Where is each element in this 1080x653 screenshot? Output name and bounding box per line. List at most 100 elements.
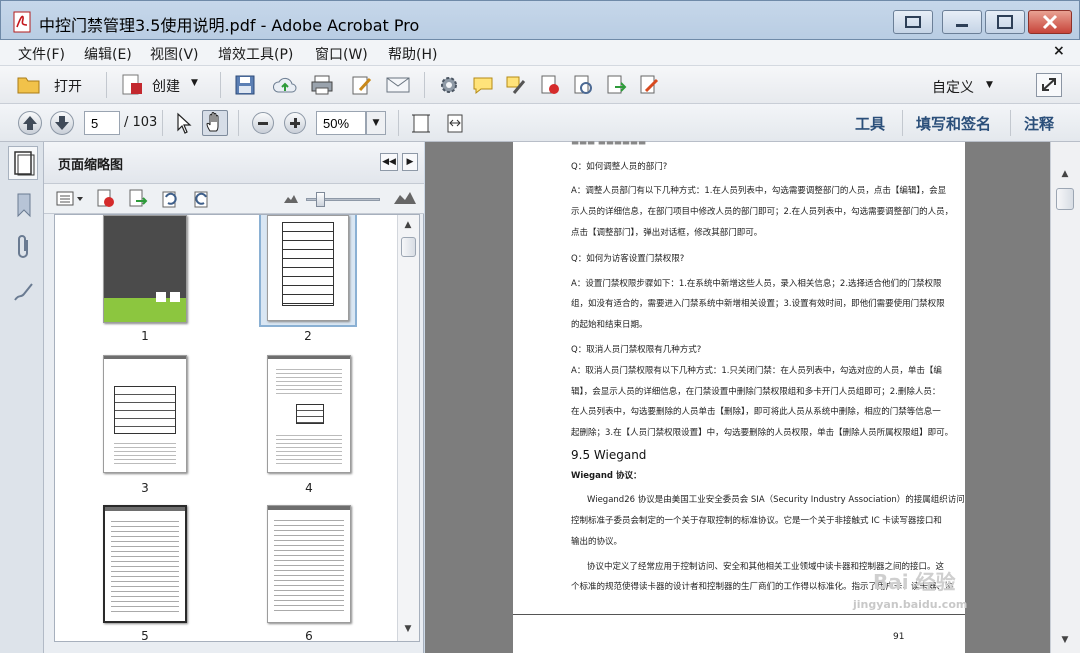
thumbnail-number: 2 — [304, 329, 312, 343]
thumbnail-page-1[interactable] — [103, 215, 187, 323]
close-icon — [1042, 14, 1058, 30]
title-bar: 中控门禁管理3.5使用说明.pdf - Adobe Acrobat Pro — [0, 0, 1080, 40]
highlight-text-icon[interactable] — [505, 75, 527, 95]
settings-gear-icon[interactable] — [438, 75, 460, 95]
table-preview — [114, 386, 176, 434]
tools-link[interactable]: 工具 — [855, 113, 885, 134]
minimize-icon — [956, 24, 968, 27]
attachment-paperclip-icon[interactable] — [13, 234, 33, 260]
thumbnail-page-4[interactable] — [267, 355, 351, 473]
select-cursor-icon[interactable] — [174, 112, 194, 134]
small-thumbnail-icon — [284, 195, 298, 203]
create-label: 创建 — [152, 79, 180, 95]
page-number-input[interactable] — [84, 111, 120, 135]
fill-sign-link[interactable]: 填写和签名 — [916, 113, 991, 134]
open-button[interactable]: 打开 — [16, 73, 96, 97]
pdf-file-icon — [13, 11, 31, 33]
panel-title: 页面缩略图 — [58, 158, 124, 173]
page-thumbnails-button[interactable] — [8, 146, 38, 180]
fit-width-icon[interactable] — [444, 112, 466, 134]
scroll-thumb[interactable] — [401, 237, 416, 257]
rotate-left-icon[interactable] — [160, 189, 180, 209]
faq-question: Q：如何为访客设置门禁权限? — [571, 254, 685, 264]
export-document-icon[interactable] — [605, 75, 627, 95]
page-thumbnails-icon — [14, 151, 35, 176]
menu-view[interactable]: 视图(V) — [150, 44, 199, 64]
close-window-button[interactable] — [1028, 10, 1072, 34]
zoom-dropdown-icon[interactable]: ▼ — [366, 111, 386, 135]
panel-options-icon[interactable]: ▶ — [402, 153, 418, 171]
close-document-icon[interactable]: × — [1053, 43, 1065, 59]
rotate-right-icon[interactable] — [192, 189, 212, 209]
faq-answer-line: 点击【调整部门】，弹出对话框，修改其部门即可。 — [571, 228, 763, 238]
menu-help[interactable]: 帮助(H) — [388, 44, 437, 64]
attach-document-icon[interactable] — [572, 75, 594, 95]
insert-pages-icon[interactable] — [128, 189, 148, 209]
create-button[interactable]: 创建 ▼ — [120, 73, 204, 97]
customize-dropdown[interactable]: 自定义 ▼ — [930, 76, 1002, 96]
faq-answer-line: 的起始和结束日期。 — [571, 320, 648, 330]
toolbar-separator — [220, 72, 221, 98]
page-total: / 103 — [124, 115, 158, 130]
hand-tool-button[interactable] — [202, 110, 228, 136]
thumbnail-page-2[interactable] — [267, 215, 349, 321]
document-scrollbar[interactable]: ▲ ▼ — [1050, 142, 1080, 653]
redact-document-icon[interactable] — [539, 75, 561, 95]
slider-handle[interactable] — [316, 192, 325, 207]
save-icon[interactable] — [234, 75, 256, 95]
print-icon[interactable] — [310, 75, 334, 95]
zoom-in-button[interactable] — [284, 112, 306, 134]
edit-document-icon[interactable] — [350, 75, 374, 95]
qr-code — [170, 292, 180, 302]
zoom-input[interactable] — [316, 111, 366, 135]
scroll-down-icon[interactable]: ▼ — [400, 621, 416, 637]
zoom-out-button[interactable] — [252, 112, 274, 134]
faq-answer-line: 组，如没有适合的，需要进入门禁系统中新增相关设置；3.设置有效时间，即他们需要使… — [571, 299, 945, 309]
header-bar — [104, 356, 186, 359]
delete-pages-icon[interactable] — [96, 189, 116, 209]
paragraph-line: 控制标准子委员会制定的一个关于存取控制的标准协议。它是一个关于非接触式 IC 卡… — [571, 516, 942, 526]
menu-file[interactable]: 文件(F) — [18, 44, 65, 64]
bookmark-icon[interactable] — [14, 192, 34, 220]
next-page-button[interactable] — [50, 111, 74, 135]
thumbnail-page-5[interactable] — [103, 505, 187, 623]
thumbnail-number: 3 — [141, 481, 149, 495]
fit-page-icon[interactable] — [410, 112, 432, 134]
diagram-preview — [296, 404, 324, 424]
open-label: 打开 — [54, 79, 82, 95]
paragraph-line: 输出的协议。 — [571, 537, 623, 547]
thumbnail-number: 5 — [141, 629, 149, 642]
toolbar-separator — [162, 110, 163, 136]
navigation-toolbar: / 103 ▼ 工具 填写和签名 注释 — [0, 104, 1080, 142]
previous-page-button[interactable] — [18, 111, 42, 135]
thumbnail-page-3[interactable] — [103, 355, 187, 473]
hand-icon — [206, 112, 219, 132]
thumbnail-page-6[interactable] — [267, 505, 351, 623]
scroll-thumb[interactable] — [1056, 188, 1074, 210]
menu-edit[interactable]: 编辑(E) — [84, 44, 132, 64]
menu-plugins[interactable]: 增效工具(P) — [218, 44, 293, 64]
fullscreen-button[interactable] — [1036, 73, 1062, 97]
zoom-select[interactable]: ▼ — [316, 111, 386, 135]
comment-link[interactable]: 注释 — [1024, 113, 1054, 134]
scroll-up-icon[interactable]: ▲ — [1057, 166, 1073, 182]
collapse-panel-icon[interactable]: ◀◀ — [380, 153, 398, 171]
options-menu-icon[interactable] — [56, 190, 86, 208]
arrow-down-icon — [55, 116, 69, 130]
scroll-up-icon[interactable]: ▲ — [400, 217, 416, 233]
cloud-upload-icon[interactable] — [272, 75, 298, 95]
menu-bar: 文件(F) 编辑(E) 视图(V) 增效工具(P) 窗口(W) 帮助(H) × — [0, 40, 1080, 66]
wiegand-label: Wiegand 协议： — [571, 471, 642, 481]
comment-bubble-icon[interactable] — [472, 75, 494, 95]
watermark-url: jingyan.baidu.com — [853, 598, 968, 611]
scroll-down-icon[interactable]: ▼ — [1057, 632, 1073, 648]
sign-form-icon[interactable] — [638, 75, 660, 95]
signatures-icon[interactable] — [12, 280, 36, 304]
thumbnail-scrollbar[interactable]: ▲ ▼ — [397, 215, 419, 641]
minimize-button[interactable] — [942, 10, 982, 34]
restore-window-button[interactable] — [893, 10, 933, 34]
email-icon[interactable] — [386, 76, 410, 94]
maximize-button[interactable] — [985, 10, 1025, 34]
menu-window[interactable]: 窗口(W) — [315, 44, 368, 64]
header-bar — [268, 506, 350, 510]
